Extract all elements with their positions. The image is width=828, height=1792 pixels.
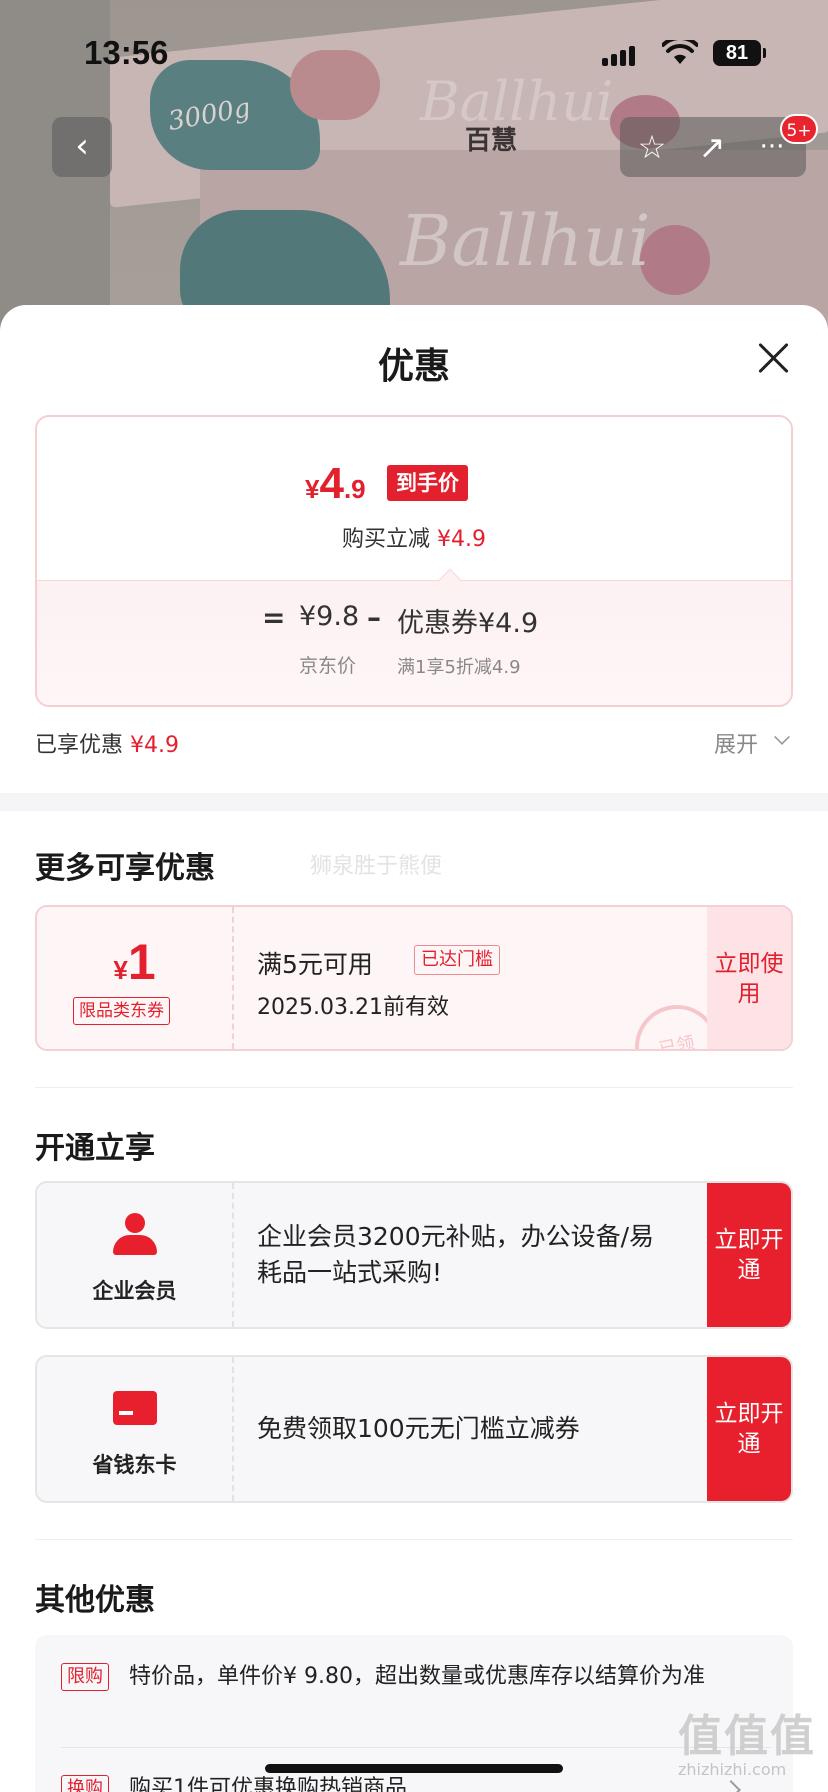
use-coupon-button[interactable]: 立即使用 (707, 907, 791, 1049)
open-saving-card-button[interactable]: 立即开通 (707, 1357, 791, 1501)
divider (35, 1539, 793, 1540)
credit-card-icon (113, 1387, 157, 1431)
jd-price-label: 京东价 (299, 655, 357, 677)
back-button[interactable]: ‹ (52, 117, 112, 177)
top-action-group: ☆ ↗ ··· (620, 117, 806, 177)
card-separator (232, 1183, 234, 1327)
benefit-description: 企业会员3200元补贴，办公设备/易耗品一站式采购! (257, 1222, 655, 1287)
coupon-validity: 2025.03.21前有效 (257, 995, 449, 1020)
enjoyed-label: 已享优惠 (35, 733, 124, 758)
benefit-description: 免费领取100元无门槛立减券 (257, 1414, 580, 1443)
card-separator (232, 1357, 234, 1501)
chevron-down-icon[interactable] (774, 729, 790, 745)
reduce-value: ¥4.9 (437, 527, 486, 552)
site-watermark-logo: 值值值 (678, 1711, 816, 1762)
site-watermark-url: zhizhizhi.com (678, 1760, 787, 1779)
wifi-icon (662, 40, 698, 64)
benefit-name: 企业会员 (92, 1279, 177, 1303)
coupon-condition: 满5元可用 (257, 950, 373, 979)
saving-card-card: 省钱东卡 免费领取100元无门槛立减券 立即开通 (35, 1355, 793, 1503)
coupon-amount-value: 1 (127, 934, 156, 990)
equals-sign: = (262, 601, 286, 634)
final-price-tag: 到手价 (387, 465, 468, 501)
section-divider (0, 793, 828, 811)
section-title-open-now: 开通立享 (35, 1131, 155, 1166)
offers-sheet: 优惠 ¥4.9 到手价 购买立减 ¥4.9 = ¥9.8 – 优惠券¥4.9 京… (0, 305, 828, 1792)
star-icon[interactable]: ☆ (624, 117, 680, 177)
sheet-title: 优惠 (377, 346, 450, 387)
offer-text: 购买1件可优惠换购热销商品 (129, 1776, 407, 1792)
final-price-integer: 4 (319, 459, 344, 508)
person-icon (113, 1213, 157, 1257)
offer-tag: 换购 (61, 1775, 109, 1792)
coupon-type-badge: 限品类东券 (73, 997, 170, 1025)
final-price-decimal: .9 (343, 474, 366, 504)
offer-tag: 限购 (61, 1663, 109, 1691)
coupon-separator (232, 907, 234, 1049)
currency-symbol: ¥ (305, 474, 320, 504)
expand-button[interactable]: 展开 (714, 727, 758, 759)
instant-reduce-line: 购买立减 ¥4.9 (37, 521, 791, 553)
watermark-text: 狮泉胜于熊便 (310, 854, 443, 879)
close-icon[interactable] (756, 341, 790, 375)
enjoyed-discount: 已享优惠 ¥4.9 (35, 727, 179, 759)
enjoyed-value: ¥4.9 (130, 733, 179, 758)
open-enterprise-member-button[interactable]: 立即开通 (707, 1183, 791, 1327)
product-brand-script: Ballhui (400, 200, 651, 282)
coupon-currency: ¥ (113, 955, 128, 985)
home-indicator (265, 1764, 563, 1773)
cart-count-badge: 5+ (780, 114, 818, 144)
product-brand-cn: 百慧 (465, 126, 518, 156)
chevron-left-icon: ‹ (75, 126, 89, 166)
price-breakdown-card: ¥4.9 到手价 购买立减 ¥4.9 = ¥9.8 – 优惠券¥4.9 京东价 … (35, 415, 793, 707)
battery-icon: 81 (713, 40, 766, 66)
final-price: ¥4.9 (305, 459, 366, 509)
coupon-rule-text: 满1享5折减4.9 (397, 657, 521, 678)
section-title-more-offers: 更多可享优惠 (35, 851, 215, 886)
section-title-other-offers: 其他优惠 (35, 1583, 155, 1618)
enterprise-member-card: 企业会员 企业会员3200元补贴，办公设备/易耗品一站式采购! 立即开通 (35, 1181, 793, 1329)
divider (35, 1087, 793, 1088)
final-price-area: ¥4.9 到手价 购买立减 ¥4.9 (37, 417, 791, 580)
benefit-name: 省钱东卡 (92, 1453, 177, 1477)
minus-sign: – (367, 601, 381, 634)
divider (61, 1747, 771, 1748)
reduce-label: 购买立减 (342, 527, 431, 552)
status-time: 13:56 (84, 34, 169, 71)
status-bar: 13:56 81 (0, 30, 828, 80)
coupon-threshold-badge: 已达门槛 (414, 945, 500, 975)
jd-price-value: ¥9.8 (299, 601, 360, 632)
coupon-deduct-value: 优惠券¥4.9 (397, 608, 539, 639)
offer-text: 特价品，单件价¥ 9.80，超出数量或优惠库存以结算价为准 (129, 1664, 705, 1689)
share-icon[interactable]: ↗ (684, 117, 740, 177)
coupon-card: ¥1 限品类东券 满5元可用 已达门槛 2025.03.21前有效 已领 立即使… (35, 905, 793, 1051)
price-formula-area: = ¥9.8 – 优惠券¥4.9 京东价 满1享5折减4.9 (37, 580, 791, 705)
coupon-amount: ¥1 (37, 933, 232, 991)
